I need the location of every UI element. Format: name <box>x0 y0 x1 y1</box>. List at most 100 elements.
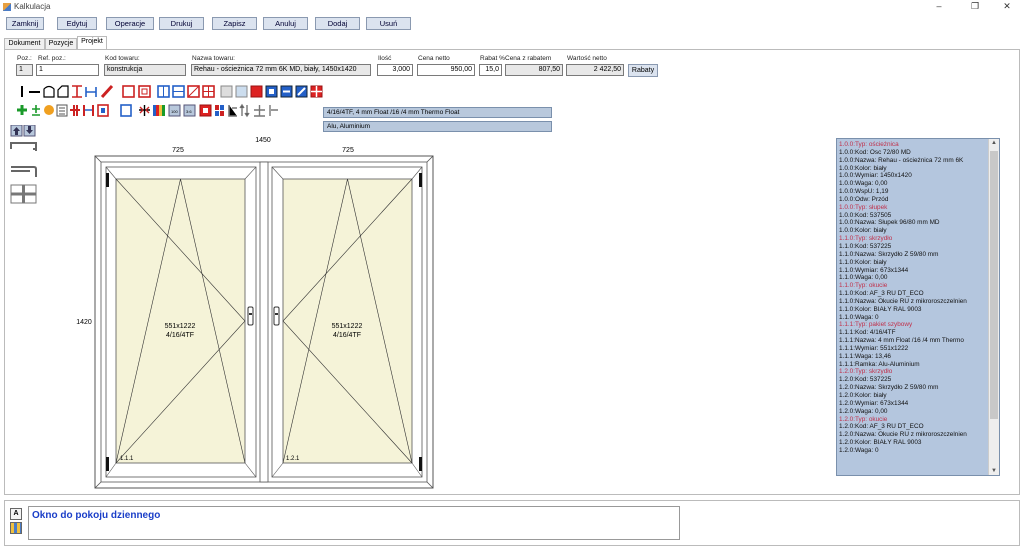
tree-item-property[interactable]: 1.2.0:Kod: AF_3 RU DT_ECO <box>839 423 987 431</box>
add-button[interactable]: Dodaj <box>315 17 360 30</box>
add-element-icon <box>17 105 27 115</box>
scroll-up-icon[interactable]: ▲ <box>991 140 997 146</box>
tree-item-property[interactable]: 1.1.1:Ramka: Alu-Aluminium <box>839 361 987 369</box>
slant-tool-icon <box>57 85 69 98</box>
tree-item-property[interactable]: 1.1.0:Nazwa: Skrzydło Z 59/80 mm <box>839 251 987 259</box>
glass-tool-icon <box>220 85 233 98</box>
height-label: 1420 <box>76 319 92 326</box>
tree-item-property[interactable]: 1.1.1:Kod: 4/16/4TF <box>839 329 987 337</box>
tree-item-property[interactable]: 1.0.0:Kolor: biały <box>839 165 987 173</box>
profile-top-icon <box>10 142 37 151</box>
description-text[interactable]: Okno do pokoju dziennego <box>32 510 160 521</box>
minimize-icon[interactable]: – <box>925 1 953 12</box>
poz-label: Poz.: <box>17 55 32 62</box>
tree-item-property[interactable]: 1.0.0:Waga: 0,00 <box>839 180 987 188</box>
cena-rabat-field[interactable]: 807,50 <box>505 64 563 76</box>
right-sash-glass: 4/16/4TF <box>333 332 361 339</box>
tree-item-property[interactable]: 1.0.0:Kod: 537505 <box>839 212 987 220</box>
ilosc-field[interactable]: 3,000 <box>377 64 413 76</box>
tree-item-property[interactable]: 1.2.0:Nazwa: Skrzydło Z 59/80 mm <box>839 384 987 392</box>
tree-item-property[interactable]: 1.2.0:Wymiar: 673x1344 <box>839 400 987 408</box>
tree-item-property[interactable]: 1.1.0:Kod: AF_3 RU DT_ECO <box>839 290 987 298</box>
tree-item-property[interactable]: 1.2.0:Kolor: BIAŁY RAL 9003 <box>839 439 987 447</box>
element-tree[interactable]: 1.0.0:Typ: ościeżnica 1.0.0:Kod: Osc 72/8… <box>836 138 1000 476</box>
tab-dokument[interactable]: Dokument <box>4 38 45 49</box>
rabat-label: Rabat % <box>480 55 505 62</box>
h-tool-icon <box>85 87 97 97</box>
tree-item-property[interactable]: 1.1.1:Wymiar: 551x1222 <box>839 345 987 353</box>
cena-field[interactable]: 950,00 <box>417 64 475 76</box>
tree-item-property[interactable]: 1.1.0:Waga: 0,00 <box>839 274 987 282</box>
tree-scrollbar[interactable]: ▲ ▼ <box>988 139 999 475</box>
tab-projekt[interactable]: Projekt <box>77 36 107 49</box>
right-width-label: 725 <box>342 147 354 154</box>
scroll-down-icon[interactable]: ▼ <box>991 468 997 474</box>
kod-label: Kod towaru: <box>105 55 140 62</box>
tree-item-type[interactable]: 1.0.0:Typ: słupek <box>839 204 987 212</box>
kod-field[interactable]: konstrukcja <box>104 64 186 76</box>
hand-icon <box>44 105 54 115</box>
tree-item-property[interactable]: 1.1.0:Nazwa: Okucie RU z mikroroszczelni… <box>839 298 987 306</box>
left-sash-code: 1.1.1 <box>120 456 134 462</box>
right-sash-code: 1.2.1 <box>286 456 300 462</box>
side-tools[interactable] <box>10 125 38 205</box>
tree-item-property[interactable]: 1.0.0:Kod: Osc 72/80 MD <box>839 149 987 157</box>
tree-item-property[interactable]: 1.1.0:Kod: 537225 <box>839 243 987 251</box>
font-a-icon[interactable]: A <box>10 508 22 520</box>
close-button[interactable]: Zamknij <box>6 17 44 30</box>
tree-item-property[interactable]: 1.0.0:Nazwa: Słupek 96/80 mm MD <box>839 219 987 227</box>
rabaty-button[interactable]: Rabaty <box>628 64 658 77</box>
nazwa-field[interactable]: Rehau - ościeżnica 72 mm 6K MD, biały, 1… <box>191 64 371 76</box>
tree-item-property[interactable]: 1.1.1:Waga: 13,46 <box>839 353 987 361</box>
diagonal-tool-icon <box>100 84 114 99</box>
app-icon <box>3 3 11 11</box>
tree-item-property[interactable]: 1.1.0:Wymiar: 673x1344 <box>839 267 987 275</box>
operations-button[interactable]: Operacje <box>106 17 154 30</box>
print-button[interactable]: Drukuj <box>159 17 204 30</box>
window-drawing[interactable]: 1450 725 725 1420 551x1222 4/16/4TF 551x… <box>70 131 450 491</box>
tree-item-property[interactable]: 1.2.0:Waga: 0 <box>839 447 987 455</box>
grid-icon[interactable] <box>10 522 22 534</box>
tree-item-property[interactable]: 1.0.0:Nazwa: Rehau - ościeżnica 72 mm 6K <box>839 157 987 165</box>
tree-item-type[interactable]: 1.2.0:Typ: okucie <box>839 416 987 424</box>
drawing-toolbar[interactable]: 100 3:6 <box>14 83 324 131</box>
rabat-field[interactable]: 15,0 <box>479 64 502 76</box>
tree-item-property[interactable]: 1.1.0:Waga: 0 <box>839 314 987 322</box>
tree-item-property[interactable]: 1.0.0:Odw: Przód <box>839 196 987 204</box>
restore-icon[interactable]: ❐ <box>961 1 989 12</box>
left-sash-size: 551x1222 <box>165 323 196 330</box>
tree-item-property[interactable]: 1.0.0:WspU: 1,19 <box>839 188 987 196</box>
save-button[interactable]: Zapisz <box>212 17 257 30</box>
ref-field[interactable]: 1 <box>36 64 99 76</box>
edit-button[interactable]: Edytuj <box>57 17 97 30</box>
tree-item-property[interactable]: 1.2.0:Kolor: biały <box>839 392 987 400</box>
element-tree-list[interactable]: 1.0.0:Typ: ościeżnica 1.0.0:Kod: Osc 72/8… <box>839 141 987 455</box>
tree-item-type[interactable]: 1.2.0:Typ: skrzydło <box>839 368 987 376</box>
poz-field[interactable]: 1 <box>16 64 33 76</box>
right-handle <box>273 306 280 326</box>
tree-item-type[interactable]: 1.1.1:Typ: pakiet szybowy <box>839 321 987 329</box>
cena-rabat-label: Cena z rabatem <box>505 55 552 62</box>
delete-button[interactable]: Usuń <box>366 17 411 30</box>
tree-item-property[interactable]: 1.0.0:Wymiar: 1450x1420 <box>839 172 987 180</box>
wartosc-field[interactable]: 2 422,50 <box>566 64 624 76</box>
glass-info: 4/16/4TF, 4 mm Float /16 /4 mm Thermo Fl… <box>323 107 552 118</box>
tab-pozycje[interactable]: Pozycje <box>45 38 77 49</box>
tree-item-property[interactable]: 1.2.0:Kod: 537225 <box>839 376 987 384</box>
tree-item-type[interactable]: 1.1.0:Typ: okucie <box>839 282 987 290</box>
close-icon[interactable]: ✕ <box>993 1 1021 12</box>
frame-tool-icon <box>122 85 135 98</box>
tree-item-type[interactable]: 1.0.0:Typ: ościeżnica <box>839 141 987 149</box>
tree-scroll-thumb[interactable] <box>990 151 998 419</box>
cancel-button[interactable]: Anuluj <box>263 17 308 30</box>
profile-corner-icon <box>11 166 37 177</box>
tree-item-property[interactable]: 1.1.1:Nazwa: 4 mm Float /16 /4 mm Thermo <box>839 337 987 345</box>
window-title: Kalkulacja <box>14 2 51 11</box>
tree-item-type[interactable]: 1.1.0:Typ: skrzydło <box>839 235 987 243</box>
tree-item-property[interactable]: 1.2.0:Nazwa: Okucie RU z mikroroszczelni… <box>839 431 987 439</box>
tree-item-property[interactable]: 1.0.0:Kolor: biały <box>839 227 987 235</box>
tree-item-property[interactable]: 1.1.0:Kolor: BIAŁY RAL 9003 <box>839 306 987 314</box>
svg-text:3:6: 3:6 <box>186 109 192 114</box>
tree-item-property[interactable]: 1.2.0:Waga: 0,00 <box>839 408 987 416</box>
tree-item-property[interactable]: 1.1.0:Kolor: biały <box>839 259 987 267</box>
